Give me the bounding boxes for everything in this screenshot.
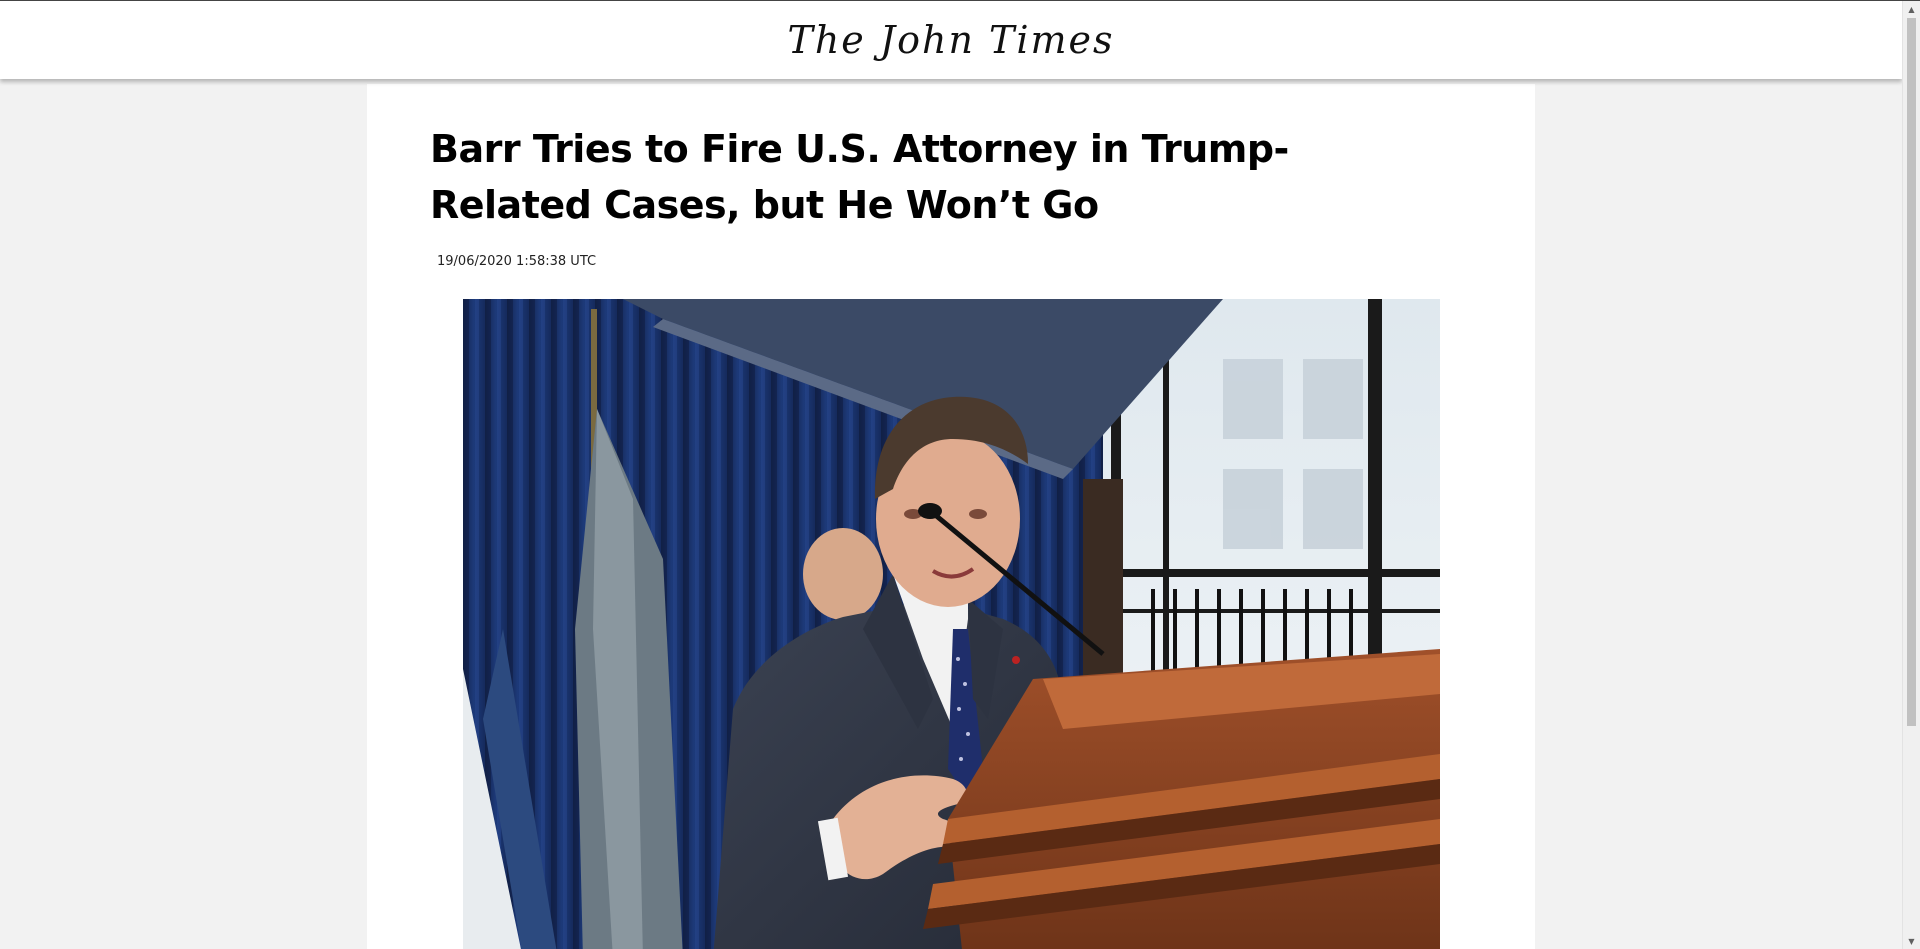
browser-viewport: The John Times Barr Tries to Fire U.S. A…: [0, 0, 1920, 949]
site-header: The John Times: [0, 1, 1902, 79]
article-card: Barr Tries to Fire U.S. Attorney in Trum…: [367, 84, 1535, 949]
article-timestamp: 19/06/2020 1:58:38 UTC: [437, 254, 597, 269]
scroll-up-arrow-icon[interactable]: ▲: [1903, 1, 1920, 18]
site-logo[interactable]: The John Times: [787, 18, 1114, 62]
vertical-scrollbar[interactable]: ▲ ▼: [1902, 1, 1920, 949]
article-headline: Barr Tries to Fire U.S. Attorney in Trum…: [430, 127, 1289, 227]
scroll-down-arrow-icon[interactable]: ▼: [1903, 933, 1920, 949]
article-hero-image: [463, 299, 1440, 949]
scrollbar-thumb[interactable]: [1907, 18, 1916, 726]
